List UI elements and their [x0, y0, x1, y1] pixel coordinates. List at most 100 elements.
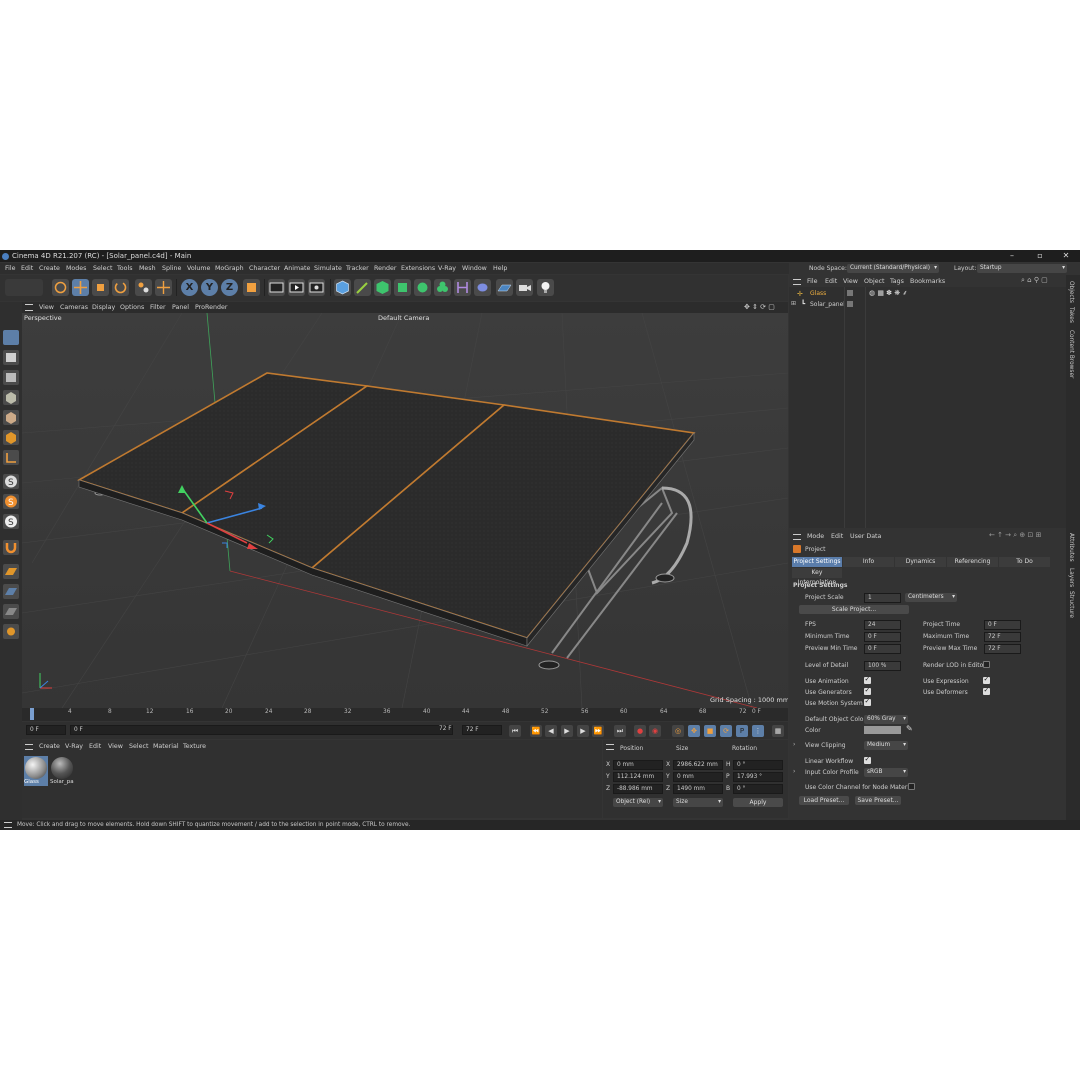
objects-menu-edit[interactable]: Edit	[825, 276, 837, 287]
timeline-window-icon[interactable]: ▦	[772, 725, 784, 737]
preview-min-field[interactable]: 0 F	[864, 644, 901, 654]
pos-z-field[interactable]: -88.986 mm	[613, 784, 663, 794]
tab-info[interactable]: Info	[843, 557, 894, 567]
preview-max-field[interactable]: 72 F	[984, 644, 1021, 654]
side-tab-objects[interactable]: Objects	[1068, 281, 1074, 303]
prev-frame-icon[interactable]: ◀	[545, 725, 557, 737]
objects-menu-bookmarks[interactable]: Bookmarks	[910, 276, 945, 287]
subdivision-icon[interactable]	[374, 279, 391, 296]
attributes-menu-edit[interactable]: Edit	[831, 531, 843, 542]
min-time-field[interactable]: 0 F	[864, 632, 901, 642]
light-icon[interactable]	[537, 279, 554, 296]
record-icon[interactable]: ●	[634, 725, 646, 737]
camera-icon[interactable]	[516, 279, 533, 296]
material-swatch-solar[interactable]: Solar_pa	[50, 756, 74, 786]
render-view-icon[interactable]	[268, 279, 285, 296]
project-scale-field[interactable]: 1	[864, 593, 901, 603]
use-motion-checkbox[interactable]	[864, 697, 871, 706]
mograph-icon[interactable]	[434, 279, 451, 296]
project-scale-unit-dropdown[interactable]: Centimeters	[905, 593, 957, 602]
menu-mograph[interactable]: MoGraph	[215, 263, 244, 274]
workplane-icon[interactable]	[3, 564, 19, 579]
material-menu-create[interactable]: Create	[39, 741, 60, 752]
timeline-ruler[interactable]: 0 4 8 12 16 20 24 28 32 36 40 44 48 52 5…	[22, 708, 788, 721]
render-picture-viewer-icon[interactable]	[288, 279, 305, 296]
material-menu-material[interactable]: Material	[153, 741, 179, 752]
material-panel-icon[interactable]	[25, 744, 33, 750]
material-menu-texture[interactable]: Texture	[183, 741, 206, 752]
use-deformers-checkbox[interactable]	[983, 686, 990, 695]
use-generators-checkbox[interactable]	[864, 686, 871, 695]
menu-help[interactable]: Help	[493, 263, 507, 274]
status-menu-icon[interactable]	[4, 822, 12, 828]
layout-dropdown[interactable]: Startup	[977, 264, 1067, 273]
floor-icon[interactable]	[496, 279, 513, 296]
project-time-field[interactable]: 0 F	[984, 620, 1021, 630]
y-axis-lock-icon[interactable]: Y	[201, 279, 218, 296]
use-animation-checkbox[interactable]	[864, 675, 871, 684]
play-icon[interactable]: ▶	[561, 725, 573, 737]
polygons-mode-icon[interactable]	[3, 430, 19, 445]
menu-tools[interactable]: Tools	[117, 263, 133, 274]
objects-search-icons[interactable]: ⌕ ⌂ ⚲ ▢	[1021, 276, 1048, 285]
select-tool-icon[interactable]	[52, 279, 69, 296]
menu-character[interactable]: Character	[249, 263, 280, 274]
menu-select[interactable]: Select	[93, 263, 112, 274]
rot-p-field[interactable]: 17.993 °	[733, 772, 783, 782]
key-scale-icon[interactable]: ■	[704, 725, 716, 737]
magnet-icon[interactable]	[3, 540, 19, 555]
material-menu-edit[interactable]: Edit	[89, 741, 101, 752]
x-axis-lock-icon[interactable]: X	[181, 279, 198, 296]
range-start-field[interactable]: 0 F	[70, 725, 453, 735]
color-swatch[interactable]	[864, 726, 901, 734]
coords-panel-icon[interactable]	[606, 744, 614, 750]
viewport-menu-prorender[interactable]: ProRender	[195, 302, 227, 313]
view-clipping-expand-icon[interactable]: ›	[793, 741, 795, 748]
field-icon[interactable]	[474, 279, 491, 296]
texture-mode-icon[interactable]	[3, 370, 19, 385]
viewport-menu-cameras[interactable]: Cameras	[60, 302, 88, 313]
size-x-field[interactable]: 2986.622 mm	[673, 760, 723, 770]
points-mode-icon[interactable]	[3, 390, 19, 405]
move-tool-icon[interactable]	[72, 279, 89, 296]
tab-todo[interactable]: To Do	[999, 557, 1050, 567]
render-settings-icon[interactable]	[308, 279, 325, 296]
view-clipping-dropdown[interactable]: Medium	[864, 741, 908, 750]
objects-menu-file[interactable]: File	[807, 276, 818, 287]
cloner-icon[interactable]	[414, 279, 431, 296]
size-z-field[interactable]: 1490 mm	[673, 784, 723, 794]
workplane-snap-icon[interactable]: S	[3, 514, 19, 529]
eyedropper-icon[interactable]: ✎	[906, 724, 913, 733]
grid-icon[interactable]	[3, 584, 19, 599]
keyframe-selection-icon[interactable]: ◎	[672, 725, 684, 737]
default-color-dropdown[interactable]: 60% Gray	[864, 715, 908, 724]
pos-y-field[interactable]: 112.124 mm	[613, 772, 663, 782]
tab-dynamics[interactable]: Dynamics	[895, 557, 946, 567]
menu-render[interactable]: Render	[374, 263, 396, 274]
coord-mode-dropdown[interactable]: Object (Rel)	[613, 798, 663, 807]
linear-workflow-checkbox[interactable]	[864, 755, 871, 764]
fps-field[interactable]: 24	[864, 620, 901, 630]
live-select-icon[interactable]	[155, 279, 172, 296]
start-frame-field[interactable]: 0 F	[26, 725, 66, 735]
load-preset-button[interactable]: Load Preset...	[799, 796, 849, 805]
menu-edit[interactable]: Edit	[21, 263, 33, 274]
pen-spline-icon[interactable]	[354, 279, 371, 296]
recent-tools-icon[interactable]	[135, 279, 152, 296]
menu-file[interactable]: File	[5, 263, 16, 274]
make-editable-icon[interactable]	[3, 330, 19, 345]
snap-settings-icon[interactable]: S	[3, 494, 19, 509]
max-time-field[interactable]: 72 F	[984, 632, 1021, 642]
menu-mesh[interactable]: Mesh	[139, 263, 156, 274]
objects-menu-object[interactable]: Object	[864, 276, 885, 287]
menu-window[interactable]: Window	[462, 263, 487, 274]
input-profile-expand-icon[interactable]: ›	[793, 768, 795, 775]
save-preset-button[interactable]: Save Preset...	[855, 796, 901, 805]
object-row-glass[interactable]: ✛ Glass ◍ ▦ ✽ ❋ ⸙	[789, 289, 1066, 299]
rotate-tool-icon[interactable]	[112, 279, 129, 296]
key-position-icon[interactable]: ✥	[688, 725, 700, 737]
side-tab-content-browser[interactable]: Content Browser	[1068, 330, 1074, 378]
viewport-menu-panel[interactable]: Panel	[172, 302, 189, 313]
viewport-menu-display[interactable]: Display	[92, 302, 115, 313]
material-swatch-glass[interactable]: Glass	[24, 756, 48, 786]
